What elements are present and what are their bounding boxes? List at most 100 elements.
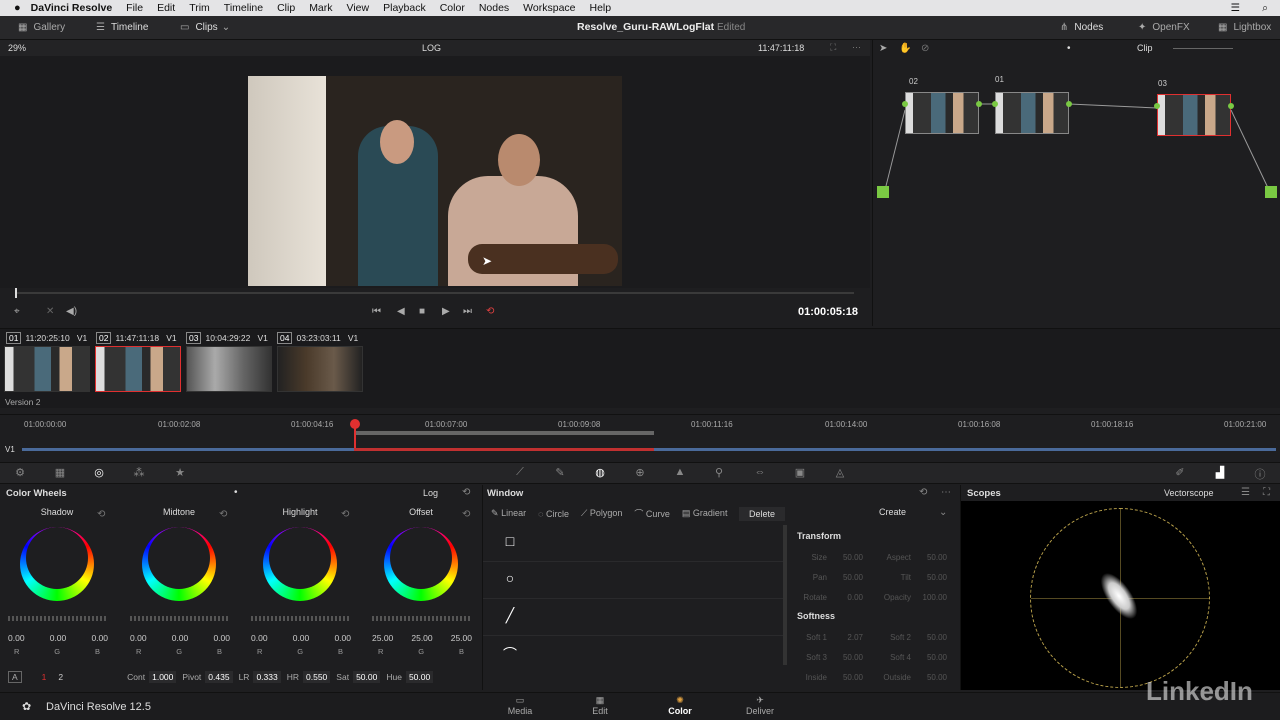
polygon-tool[interactable]: ⟋ Polygon xyxy=(581,508,622,519)
hue-value[interactable]: 50.00 xyxy=(405,671,434,683)
menu-mark[interactable]: Mark xyxy=(309,2,332,14)
highlight-master-wheel[interactable] xyxy=(251,616,351,621)
delete-button[interactable]: Delete xyxy=(739,507,785,521)
clip-thumb-03[interactable] xyxy=(186,346,272,392)
window-list-scrollbar[interactable] xyxy=(783,525,787,665)
gallery-button[interactable]: ▦ Gallery xyxy=(18,22,65,33)
current-clip-bar[interactable] xyxy=(354,448,654,451)
clip-thumb-01[interactable] xyxy=(4,346,90,392)
sat-value[interactable]: 50.00 xyxy=(353,671,381,683)
motion-effects-icon[interactable]: ★ xyxy=(172,466,188,480)
circle-window-icon[interactable]: ○ xyxy=(501,570,519,588)
volume-icon[interactable]: ◀) xyxy=(66,306,77,317)
nodes-button[interactable]: ⋔ Nodes xyxy=(1060,22,1103,33)
offset-values[interactable]: 25.00 25.00 25.00 xyxy=(372,633,472,643)
circle-tool[interactable]: ◌ Circle xyxy=(538,509,569,519)
wheel-mode-select[interactable]: Log xyxy=(423,488,438,498)
rgb-mixer-icon[interactable]: ⁂ xyxy=(131,466,147,480)
contrast-value[interactable]: 1.000 xyxy=(149,671,177,683)
clip-thumb-04[interactable] xyxy=(277,346,363,392)
shadow-wheel[interactable] xyxy=(20,527,94,601)
fullscreen-icon[interactable]: ⛶ xyxy=(830,42,836,53)
play-icon[interactable]: ▶ xyxy=(442,306,450,317)
curve-tool[interactable]: ⌒ Curve xyxy=(634,507,670,520)
menu-file[interactable]: File xyxy=(126,2,143,14)
midtone-wheel[interactable] xyxy=(142,527,216,601)
auto-balance-button[interactable]: A xyxy=(8,671,22,683)
menu-timeline[interactable]: Timeline xyxy=(224,2,263,14)
line-window-icon[interactable]: ╱ xyxy=(501,607,519,625)
window-reset-icon[interactable]: ⟲ xyxy=(919,487,927,498)
menu-nodes[interactable]: Nodes xyxy=(479,2,509,14)
deliver-page-button[interactable]: ✈ Deliver xyxy=(730,695,790,716)
play-reverse-icon[interactable]: ◀ xyxy=(397,306,405,317)
gradient-tool[interactable]: ▤ Gradient xyxy=(682,508,728,519)
more-options-icon[interactable]: ⋯ xyxy=(852,42,861,53)
openfx-button[interactable]: ✦ OpenFX xyxy=(1138,22,1190,33)
clips-button[interactable]: ▭ Clips ⌄ xyxy=(180,22,230,33)
camera-raw-icon[interactable]: ⚙ xyxy=(12,466,28,480)
menu-extras-icon[interactable]: ☰ xyxy=(1231,2,1240,14)
window-options-icon[interactable]: ⋯ xyxy=(941,487,951,498)
shadow-master-wheel[interactable] xyxy=(8,616,108,621)
reset-icon[interactable]: ⟲ xyxy=(462,487,470,498)
target-icon[interactable]: ⌖ xyxy=(14,306,20,317)
menu-playback[interactable]: Playback xyxy=(383,2,426,14)
create-button[interactable]: Create xyxy=(879,507,906,517)
midtone-master-wheel[interactable] xyxy=(130,616,230,621)
midtone-reset-icon[interactable]: ⟲ xyxy=(219,509,227,520)
shadow-values[interactable]: 0.00 0.00 0.00 xyxy=(8,633,108,643)
search-icon[interactable]: ⌕ xyxy=(1262,2,1268,15)
shadow-reset-icon[interactable]: ⟲ xyxy=(97,509,105,520)
scope-settings-icon[interactable]: ☰ xyxy=(1241,487,1250,498)
color-match-icon[interactable]: ▦ xyxy=(52,466,68,480)
loop-icon[interactable]: ⟲ xyxy=(486,306,494,317)
close-icon[interactable]: ✕ xyxy=(46,306,54,317)
menu-clip[interactable]: Clip xyxy=(277,2,295,14)
key-icon[interactable]: ⚲ xyxy=(711,466,727,480)
page-1-button[interactable]: 1 xyxy=(42,672,47,682)
highlight-reset-icon[interactable]: ⟲ xyxy=(341,509,349,520)
window-icon[interactable]: ◍ xyxy=(592,466,608,480)
linear-tool[interactable]: ✎ Linear xyxy=(491,508,526,519)
clip-thumb-02[interactable] xyxy=(95,346,181,392)
square-window-icon[interactable]: □ xyxy=(501,533,519,551)
scope-type-select[interactable]: Vectorscope xyxy=(1164,488,1214,498)
pivot-value[interactable]: 0.435 xyxy=(205,671,233,683)
menu-color[interactable]: Color xyxy=(440,2,465,14)
apple-icon[interactable]: ● xyxy=(14,2,21,14)
expand-icon[interactable]: ⛶ xyxy=(1263,487,1270,498)
timeline-button[interactable]: ☰ Timeline xyxy=(96,22,148,33)
lightbox-button[interactable]: ▦ Lightbox xyxy=(1218,22,1271,33)
color-page-button[interactable]: ✺ Color xyxy=(650,695,710,716)
chevron-down-icon[interactable]: ⌄ xyxy=(939,507,947,518)
video-frame[interactable]: ➤ xyxy=(248,76,622,286)
stop-icon[interactable]: ■ xyxy=(419,306,425,317)
info-icon[interactable]: ⓘ xyxy=(1252,466,1268,481)
page-2-button[interactable]: 2 xyxy=(58,672,63,682)
viewer-mode[interactable]: LOG xyxy=(422,43,441,53)
offset-wheel[interactable] xyxy=(384,527,458,601)
scopes-icon[interactable]: ▟ xyxy=(1212,466,1228,480)
skip-back-icon[interactable]: ⏮ xyxy=(372,306,381,317)
color-wheels-icon[interactable]: ◎ xyxy=(91,466,107,480)
keyframes-icon[interactable]: ◬ xyxy=(832,466,848,480)
menu-trim[interactable]: Trim xyxy=(189,2,210,14)
curves-icon[interactable]: ⟋ xyxy=(512,466,528,480)
tracker-icon[interactable]: ⊕ xyxy=(632,466,648,480)
highlight-values[interactable]: 0.00 0.00 0.00 xyxy=(251,633,351,643)
app-menu[interactable]: DaVinci Resolve xyxy=(31,2,113,14)
offset-master-wheel[interactable] xyxy=(372,616,472,621)
qualifier-icon[interactable]: ✎ xyxy=(552,466,568,480)
scrubber-bar[interactable] xyxy=(16,292,854,294)
curve-window-icon[interactable]: ⌒ xyxy=(501,644,519,662)
offset-reset-icon[interactable]: ⟲ xyxy=(462,509,470,520)
hr-value[interactable]: 0.550 xyxy=(303,671,331,683)
midtone-values[interactable]: 0.00 0.00 0.00 xyxy=(130,633,230,643)
menu-help[interactable]: Help xyxy=(590,2,612,14)
3d-icon[interactable]: ▣ xyxy=(792,466,808,480)
highlight-wheel[interactable] xyxy=(263,527,337,601)
blur-icon[interactable]: ▲ xyxy=(672,466,688,480)
selected-clip-range[interactable] xyxy=(354,431,654,435)
lr-value[interactable]: 0.333 xyxy=(253,671,281,683)
